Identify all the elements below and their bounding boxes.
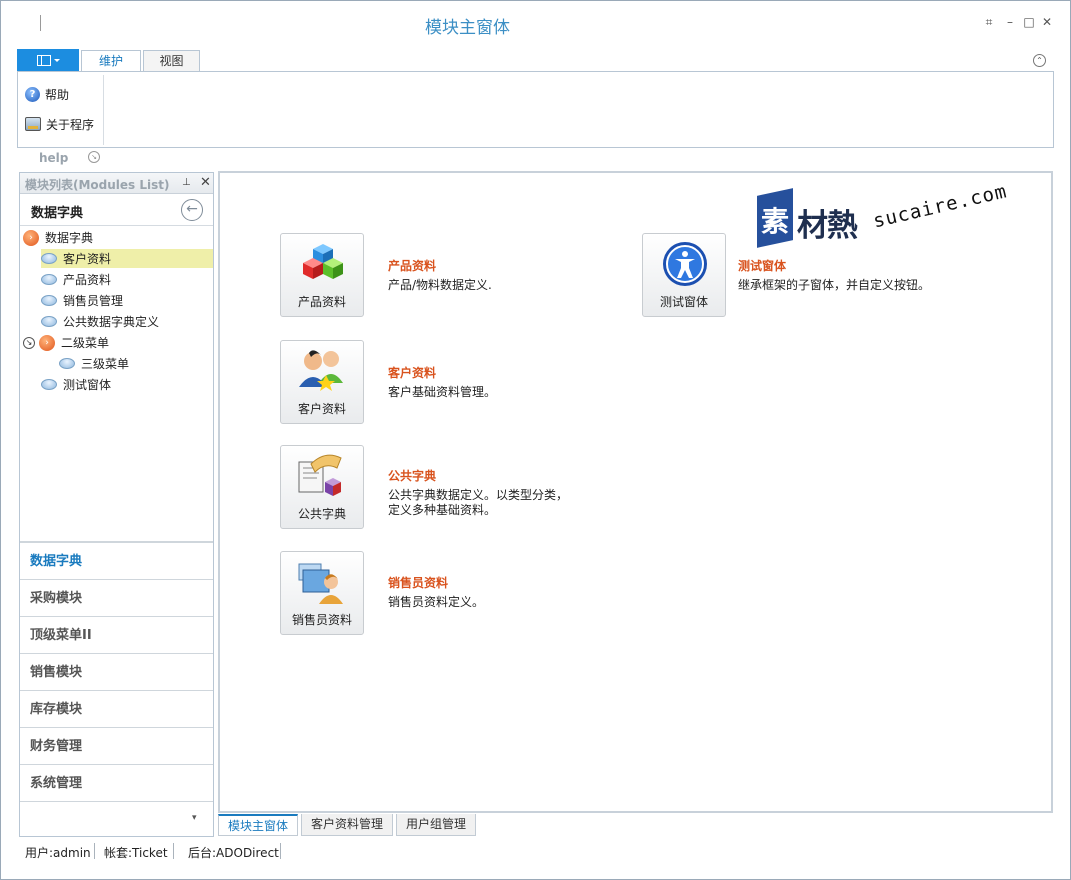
tree-item-salesperson[interactable]: 销售员管理 bbox=[41, 291, 125, 310]
item-title-salesperson[interactable]: 销售员资料 bbox=[388, 574, 448, 591]
group-launcher-icon[interactable]: ↘ bbox=[88, 151, 100, 163]
maximize-icon[interactable]: □ bbox=[1021, 14, 1037, 30]
help-button-label: 帮助 bbox=[45, 87, 70, 102]
item-desc-salesperson: 销售员资料定义。 bbox=[388, 595, 485, 609]
tree-item-public-dict[interactable]: 公共数据字典定义 bbox=[41, 312, 161, 331]
item-title-customer[interactable]: 客户资料 bbox=[388, 364, 436, 381]
tree-item-customer[interactable]: 客户资料 bbox=[41, 249, 213, 268]
panel-title: 模块列表(Modules List) bbox=[25, 178, 170, 192]
nav-data-dict[interactable]: 数据字典 bbox=[20, 543, 213, 580]
back-arrow-icon[interactable]: ← bbox=[181, 199, 203, 221]
restore-icon[interactable]: ⌗ bbox=[981, 14, 997, 30]
status-separator bbox=[173, 843, 174, 859]
item-title-test-form[interactable]: 测试窗体 bbox=[738, 257, 786, 274]
tab-view[interactable]: 视图 bbox=[143, 50, 200, 72]
expand-icon[interactable]: ↘ bbox=[23, 336, 35, 349]
status-account: 帐套:Ticket bbox=[104, 846, 168, 860]
panel-close-icon[interactable]: ✕ bbox=[200, 175, 211, 190]
tree-item-test-form[interactable]: 测试窗体 bbox=[41, 375, 113, 394]
tree-item-submenu[interactable]: ↘ › 二级菜单 bbox=[23, 333, 111, 352]
tree-item-product[interactable]: 产品资料 bbox=[41, 270, 113, 289]
ribbon-group-separator bbox=[103, 75, 104, 145]
watermark-text: 材熱 bbox=[797, 208, 858, 244]
doc-tab-usergroup[interactable]: 用户组管理 bbox=[396, 814, 476, 836]
node-icon bbox=[41, 379, 57, 390]
divider bbox=[20, 225, 213, 226]
nav-system[interactable]: 系统管理 bbox=[20, 765, 213, 802]
nav-inventory[interactable]: 库存模块 bbox=[20, 691, 213, 728]
help-icon: ? bbox=[25, 86, 40, 102]
minimize-icon[interactable]: – bbox=[1002, 14, 1018, 30]
doc-tab-main[interactable]: 模块主窗体 bbox=[218, 814, 298, 836]
tile-salesperson-label: 销售员资料 bbox=[291, 613, 352, 627]
status-backend: 后台:ADODirect bbox=[188, 846, 279, 860]
watermark-char: 素 bbox=[760, 205, 789, 238]
node-icon bbox=[41, 316, 57, 327]
item-desc-product: 产品/物料数据定义. bbox=[388, 278, 492, 292]
item-desc-test-form: 继承框架的子窗体，并自定义按钮。 bbox=[738, 278, 931, 292]
tile-public-dict-label: 公共字典 bbox=[297, 507, 346, 521]
tree-item-root[interactable]: › 数据字典 bbox=[23, 228, 95, 247]
expanded-node-icon: › bbox=[39, 334, 55, 351]
node-icon bbox=[41, 253, 57, 264]
salesperson-folder-icon bbox=[298, 563, 343, 604]
pin-icon[interactable]: ⊥ bbox=[182, 177, 191, 188]
ribbon-collapse-icon[interactable]: ⌃ bbox=[1033, 54, 1046, 67]
customers-icon bbox=[299, 350, 343, 391]
item-title-public-dict[interactable]: 公共字典 bbox=[388, 467, 436, 484]
tree-item-third-level[interactable]: 三级菜单 bbox=[59, 354, 131, 373]
tile-customer-label: 客户资料 bbox=[297, 402, 346, 416]
status-separator bbox=[94, 843, 95, 859]
about-icon bbox=[25, 117, 41, 131]
nav-overflow-icon[interactable]: ▾ bbox=[192, 813, 197, 823]
item-desc-public-dict: 公共字典数据定义。以类型分类， 定义多种基础资料。 bbox=[388, 488, 569, 517]
nav-purchase[interactable]: 采购模块 bbox=[20, 580, 213, 617]
modules-panel: 模块列表(Modules List) ⊥ ✕ 数据字典 ← › 数据字典 客户资… bbox=[19, 172, 214, 837]
ribbon-panel bbox=[17, 71, 1054, 148]
item-desc-customer: 客户基础资料管理。 bbox=[388, 385, 497, 399]
nav-finance[interactable]: 财务管理 bbox=[20, 728, 213, 765]
close-icon[interactable]: ✕ bbox=[1039, 14, 1055, 30]
nav-sales[interactable]: 销售模块 bbox=[20, 654, 213, 691]
app-menu-icon bbox=[36, 54, 51, 66]
nav-top-menu[interactable]: 顶级菜单II bbox=[20, 617, 213, 654]
status-user: 用户:admin bbox=[25, 846, 91, 860]
expanded-node-icon: › bbox=[23, 229, 39, 246]
application-menu-button[interactable] bbox=[17, 49, 79, 71]
about-button-label: 关于程序 bbox=[46, 117, 95, 132]
window-title: 模块主窗体 bbox=[425, 18, 510, 38]
chevron-down-icon bbox=[53, 58, 60, 62]
status-separator bbox=[280, 843, 281, 859]
node-icon bbox=[41, 274, 57, 285]
ribbon-group-label: help bbox=[39, 151, 69, 165]
accessibility-icon bbox=[663, 242, 707, 286]
node-icon bbox=[41, 295, 57, 306]
group-title: 数据字典 bbox=[31, 206, 84, 221]
doc-tab-customer[interactable]: 客户资料管理 bbox=[301, 814, 393, 836]
about-button[interactable]: 关于程序 bbox=[25, 114, 94, 134]
cubes-icon bbox=[303, 244, 343, 279]
tile-product-label: 产品资料 bbox=[297, 295, 346, 309]
tab-maintain[interactable]: 维护 bbox=[81, 50, 141, 73]
tile-test-form-label: 测试窗体 bbox=[659, 295, 708, 309]
dictionary-icon bbox=[298, 454, 342, 496]
node-icon bbox=[59, 358, 75, 369]
item-title-product[interactable]: 产品资料 bbox=[388, 257, 436, 274]
help-button[interactable]: ? 帮助 bbox=[25, 84, 69, 104]
